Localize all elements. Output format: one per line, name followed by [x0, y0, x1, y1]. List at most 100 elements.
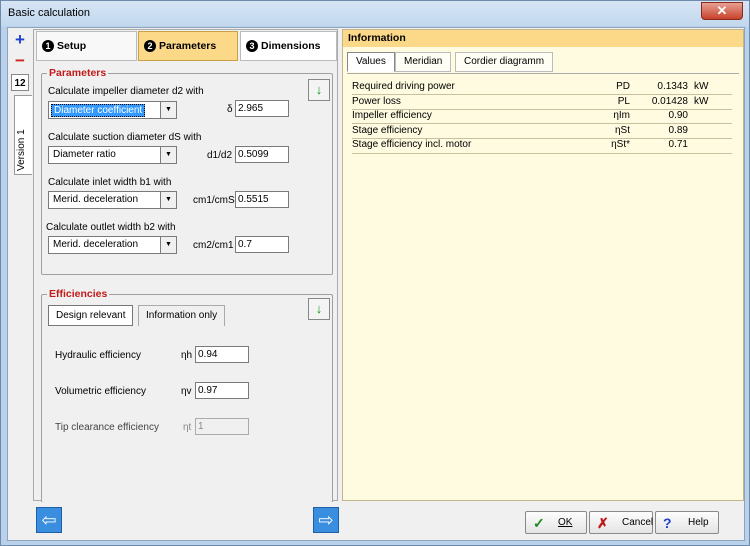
value-symbol: ηSt* — [611, 139, 630, 150]
tab-separator — [347, 73, 739, 74]
efficiencies-apply-arrow-button[interactable]: ↓ — [308, 298, 330, 320]
suction-diameter-method-value: Diameter ratio — [53, 149, 116, 160]
help-button[interactable]: ? Help — [655, 511, 719, 534]
tab-dimensions[interactable]: 3 Dimensions — [240, 31, 337, 61]
forward-arrow-button[interactable]: ⇨ — [313, 507, 339, 533]
value-name: Impeller efficiency — [352, 110, 432, 121]
chevron-down-icon[interactable]: ▼ — [160, 192, 176, 208]
window-title: Basic calculation — [8, 7, 90, 19]
tip-clearance-efficiency-input: 1 — [195, 418, 249, 435]
value-symbol: PD — [616, 81, 630, 92]
tip-clearance-efficiency-symbol: ηt — [183, 422, 192, 433]
tab-design-relevant[interactable]: Design relevant — [48, 305, 134, 326]
inlet-width-input[interactable]: 0.5515 — [235, 191, 289, 208]
impeller-diameter-symbol: δ — [227, 104, 233, 115]
step-1-icon: 1 — [42, 40, 54, 52]
left-panel: 1 Setup 2 Parameters 3 Dimensions Parameter… — [33, 29, 338, 503]
value-row: Impeller efficiency ηIm 0.90 — [352, 110, 732, 124]
information-title: Information — [343, 30, 743, 47]
efficiencies-group-title: Efficiencies — [47, 288, 110, 300]
suction-diameter-input[interactable]: 0.5099 — [235, 146, 289, 163]
rename-version-button[interactable]: 12 — [11, 74, 29, 91]
value-name: Stage efficiency incl. motor — [352, 139, 472, 150]
value-row: Power loss PL 0.01428 kW — [352, 96, 732, 110]
value-row: Required driving power PD 0.1343 kW — [352, 81, 732, 95]
step-3-icon: 3 — [246, 40, 258, 52]
value-unit: kW — [694, 96, 709, 107]
parameters-group-title: Parameters — [47, 67, 109, 79]
suction-diameter-method-select[interactable]: Diameter ratio ▼ — [48, 146, 177, 164]
tab-parameters-label: Parameters — [159, 40, 217, 52]
volumetric-efficiency-input[interactable]: 0.97 — [195, 382, 249, 399]
information-panel: Information Values Meridian Cordier diag… — [342, 29, 744, 501]
volumetric-efficiency-symbol: ηv — [181, 386, 192, 397]
volumetric-efficiency-label: Volumetric efficiency — [55, 386, 146, 397]
ok-button[interactable]: ✓ OK — [525, 511, 587, 534]
question-icon: ? — [663, 515, 672, 531]
help-button-label: Help — [688, 517, 709, 528]
title-bar: Basic calculation ✕ — [1, 1, 749, 26]
outlet-width-symbol: cm2/cm1 — [193, 240, 234, 251]
value-symbol: ηSt — [614, 125, 630, 136]
value-number: 0.89 — [668, 125, 688, 136]
ok-button-label: OK — [558, 517, 573, 528]
impeller-diameter-method-value: Diameter coefficient — [51, 104, 146, 117]
suction-diameter-symbol: d1/d2 — [207, 150, 233, 161]
left-toolbar: + − 12 Version 1 — [9, 29, 32, 539]
outlet-width-method-value: Merid. deceleration — [53, 239, 139, 250]
value-symbol: PL — [617, 96, 630, 107]
row-divider — [352, 153, 732, 154]
version-tab-label: Version 1 — [16, 129, 27, 171]
tab-information-only[interactable]: Information only — [138, 305, 226, 326]
chevron-down-icon[interactable]: ▼ — [160, 147, 176, 163]
cancel-button[interactable]: ✗ Cancel — [589, 511, 653, 534]
efficiencies-group: Efficiencies ↓ Design relevant Informati… — [41, 288, 333, 503]
back-arrow-button[interactable]: ⇦ — [36, 507, 62, 533]
value-row: Stage efficiency incl. motor ηSt* 0.71 — [352, 139, 732, 153]
value-number: 0.71 — [668, 139, 688, 150]
tab-values[interactable]: Values — [347, 52, 395, 72]
value-number: 0.01428 — [651, 96, 688, 107]
hydraulic-efficiency-input[interactable]: 0.94 — [195, 346, 249, 363]
tab-dimensions-label: Dimensions — [261, 40, 321, 52]
suction-diameter-label: Calculate suction diameter dS with — [48, 132, 202, 143]
row-divider — [352, 94, 732, 95]
inlet-width-method-select[interactable]: Merid. deceleration ▼ — [48, 191, 177, 209]
close-button[interactable]: ✕ — [701, 2, 743, 20]
parameters-apply-arrow-button[interactable]: ↓ — [308, 79, 330, 101]
navigation-bar: ⇦ ⇨ — [33, 502, 340, 540]
version-tab[interactable]: Version 1 — [14, 95, 32, 175]
row-divider — [352, 123, 732, 124]
checkmark-icon: ✓ — [533, 515, 545, 531]
value-name: Power loss — [352, 96, 401, 107]
chevron-down-icon[interactable]: ▼ — [160, 102, 176, 118]
tab-setup[interactable]: 1 Setup — [36, 31, 137, 61]
tab-parameters[interactable]: 2 Parameters — [138, 31, 238, 61]
impeller-diameter-input[interactable]: 2.965 — [235, 100, 289, 117]
tip-clearance-efficiency-label: Tip clearance efficiency — [55, 422, 159, 433]
outlet-width-input[interactable]: 0.7 — [235, 236, 289, 253]
tab-setup-label: Setup — [57, 40, 87, 52]
value-number: 0.1343 — [657, 81, 688, 92]
step-2-icon: 2 — [144, 40, 156, 52]
cancel-x-icon: ✗ — [597, 515, 609, 531]
tab-meridian[interactable]: Meridian — [395, 52, 452, 72]
chevron-down-icon[interactable]: ▼ — [160, 237, 176, 253]
outlet-width-label: Calculate outlet width b2 with — [46, 222, 176, 233]
impeller-diameter-label: Calculate impeller diameter d2 with — [48, 86, 204, 97]
impeller-diameter-method-select[interactable]: Diameter coefficient ▼ — [48, 101, 177, 119]
dialog-button-bar: ✓ OK ✗ Cancel ? Help — [342, 502, 744, 540]
tab-cordier-diagramm[interactable]: Cordier diagramm — [455, 52, 554, 72]
parameters-group: Parameters ↓ Calculate impeller diameter… — [41, 67, 333, 275]
remove-version-button[interactable]: − — [11, 52, 29, 69]
value-number: 0.90 — [668, 110, 688, 121]
value-symbol: ηIm — [613, 110, 630, 121]
add-version-button[interactable]: + — [11, 31, 29, 48]
hydraulic-efficiency-label: Hydraulic efficiency — [55, 350, 141, 361]
value-name: Required driving power — [352, 81, 455, 92]
client-area: + − 12 Version 1 1 Setup 2 Parameters 3 Dim… — [7, 27, 745, 541]
hydraulic-efficiency-symbol: ηh — [181, 350, 193, 361]
value-name: Stage efficiency — [352, 125, 423, 136]
outlet-width-method-select[interactable]: Merid. deceleration ▼ — [48, 236, 177, 254]
basic-calculation-window: Basic calculation ✕ + − 12 Version 1 1 Se… — [0, 0, 750, 546]
